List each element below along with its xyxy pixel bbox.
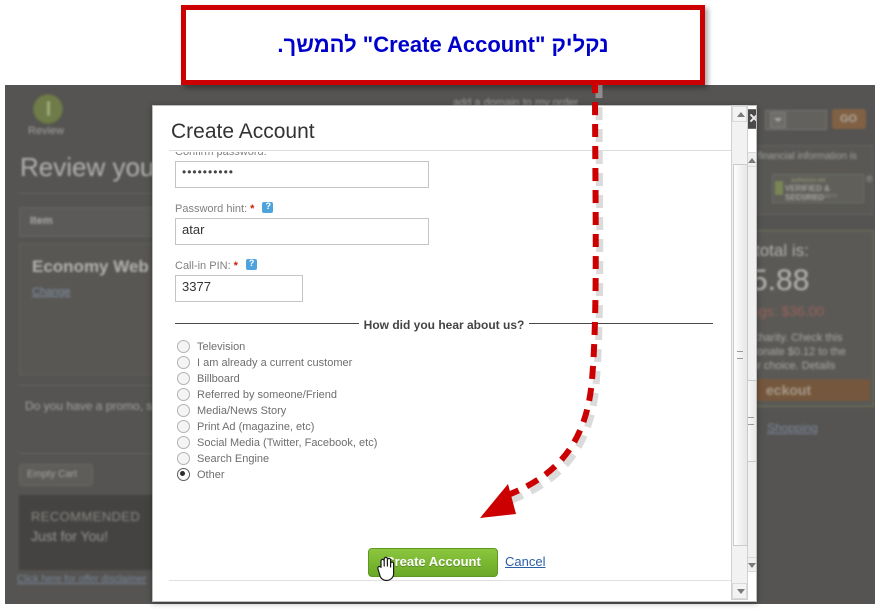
survey-option-label: Billboard	[197, 372, 240, 385]
field-label-confirm-password: Confirm password:	[175, 152, 719, 158]
recommended-line1: RECOMMENDED	[31, 509, 141, 524]
charity-line-2: donate $0.12 to the	[751, 346, 846, 358]
call-in-pin-label-text: Call-in PIN:	[175, 260, 231, 272]
product-change-link[interactable]: Change	[32, 286, 71, 298]
charity-note: Charity. Check this donate $0.12 to the …	[751, 331, 846, 373]
survey-option-row[interactable]: Search Engine	[177, 452, 719, 465]
survey-options-group: Television I am already a current custome…	[169, 340, 719, 481]
confirm-password-label-text: Confirm password:	[175, 152, 267, 158]
survey-option-row[interactable]: Referred by someone/Friend	[177, 388, 719, 401]
create-account-form: Confirm password: •••••••••• Password hi…	[169, 152, 719, 484]
radio-button-icon[interactable]	[177, 420, 190, 433]
survey-option-label: Search Engine	[197, 452, 270, 465]
offer-disclaimer-link[interactable]: Click here for offer disclaimer	[17, 574, 146, 585]
total-label: total is:	[755, 241, 809, 260]
checkout-button[interactable]: eckout	[754, 379, 870, 401]
password-hint-label-text: Password hint:	[175, 203, 248, 215]
dialog-title-divider	[169, 150, 739, 151]
radio-button-icon[interactable]	[177, 436, 190, 449]
lock-icon	[775, 181, 783, 195]
survey-option-row[interactable]: Television	[177, 340, 719, 353]
survey-option-label: Referred by someone/Friend	[197, 388, 338, 401]
radio-button-icon[interactable]	[177, 340, 190, 353]
screenshot-root: Review Review your cu Item Economy Web H…	[0, 0, 880, 609]
survey-option-row[interactable]: Billboard	[177, 372, 719, 385]
dialog-scroll-area[interactable]: Confirm password: •••••••••• Password hi…	[169, 152, 742, 572]
call-in-pin-input[interactable]: 3377	[175, 275, 303, 302]
total-amount: 5.88	[751, 264, 810, 297]
survey-option-label: Television	[197, 340, 246, 353]
heading-rule-left	[175, 323, 359, 324]
recommended-banner[interactable]: RECOMMENDED Just for You!	[19, 495, 154, 570]
field-label-call-in-pin: Call-in PIN: *	[175, 258, 719, 272]
column-header-item: Item	[30, 215, 53, 227]
radio-button-icon[interactable]	[177, 404, 190, 417]
charity-line-1: Charity. Check this	[751, 332, 843, 344]
hand-cursor-icon	[377, 556, 395, 582]
heading-rule-right	[529, 323, 713, 324]
empty-cart-button[interactable]: Empty Cart	[19, 464, 93, 486]
charity-line-3: ur choice. Details	[751, 360, 836, 372]
field-label-password-hint: Password hint: *	[175, 201, 719, 215]
cancel-link[interactable]: Cancel	[505, 554, 545, 569]
survey-option-label: Other	[197, 468, 225, 481]
question-mark-icon[interactable]	[262, 201, 274, 213]
recommended-line2: Just for You!	[31, 528, 109, 544]
registered-mark: ®	[866, 174, 873, 184]
required-star: *	[250, 203, 255, 215]
survey-option-row[interactable]: Print Ad (magazine, etc)	[177, 420, 719, 433]
radio-button-icon[interactable]	[177, 372, 190, 385]
radio-button-icon[interactable]	[177, 452, 190, 465]
security-assurance-box: financial information is authorize.net V…	[753, 145, 873, 215]
survey-option-label: Media/News Story	[197, 404, 287, 417]
annotation-text: נקליק "Create Account" להמשך.	[277, 32, 609, 57]
survey-section-heading: How did you hear about us?	[175, 316, 713, 332]
survey-option-label: I am already a current customer	[197, 356, 353, 369]
radio-button-icon[interactable]	[177, 388, 190, 401]
total-savings: ngs: $36.00	[751, 303, 825, 319]
survey-option-label: Print Ad (magazine, etc)	[197, 420, 315, 433]
verified-secured-badge: authorize.net VERIFIED & SECURED VERIFY …	[772, 174, 864, 203]
required-star: *	[233, 260, 238, 272]
step-label: Review	[28, 125, 65, 137]
survey-option-row[interactable]: Media/News Story	[177, 404, 719, 417]
domain-tld-select[interactable]: om	[765, 110, 827, 130]
empty-cart-label: Empty Cart	[27, 469, 78, 480]
survey-option-row[interactable]: I am already a current customer	[177, 356, 719, 369]
step-badge-icon	[33, 94, 63, 124]
survey-option-row[interactable]: Social Media (Twitter, Facebook, etc)	[177, 436, 719, 449]
question-mark-icon[interactable]	[245, 258, 257, 270]
scroll-down-icon[interactable]	[732, 583, 747, 599]
continue-shopping-link[interactable]: Shopping	[767, 421, 818, 435]
confirm-password-input[interactable]: ••••••••••	[175, 161, 429, 188]
chevron-down-icon	[770, 112, 786, 128]
password-hint-input[interactable]: atar	[175, 218, 429, 245]
survey-option-label: Social Media (Twitter, Facebook, etc)	[197, 436, 378, 449]
radio-button-icon[interactable]	[177, 356, 190, 369]
go-label: GO	[840, 113, 858, 125]
badge-sub-text: VERIFY SECURITY	[793, 194, 838, 200]
dialog-title: Create Account	[171, 120, 315, 143]
survey-heading-text: How did you hear about us?	[355, 318, 533, 332]
order-total-box: total is: 5.88 ngs: $36.00 Charity. Chec…	[750, 230, 874, 407]
checkout-label: eckout	[766, 382, 812, 398]
dialog-scrollbar-thumb[interactable]	[733, 164, 748, 546]
create-account-dialog: Create Account Confirm password: •••••••…	[152, 105, 757, 602]
radio-button-icon[interactable]	[177, 468, 190, 481]
go-button[interactable]: GO	[832, 109, 866, 129]
annotation-callout: נקליק "Create Account" להמשך.	[181, 5, 705, 85]
security-text: financial information is	[758, 151, 857, 162]
survey-option-row[interactable]: Other	[177, 468, 719, 481]
footer-divider	[169, 580, 739, 581]
scroll-up-icon[interactable]	[732, 106, 747, 122]
dialog-scrollbar[interactable]	[731, 105, 748, 600]
